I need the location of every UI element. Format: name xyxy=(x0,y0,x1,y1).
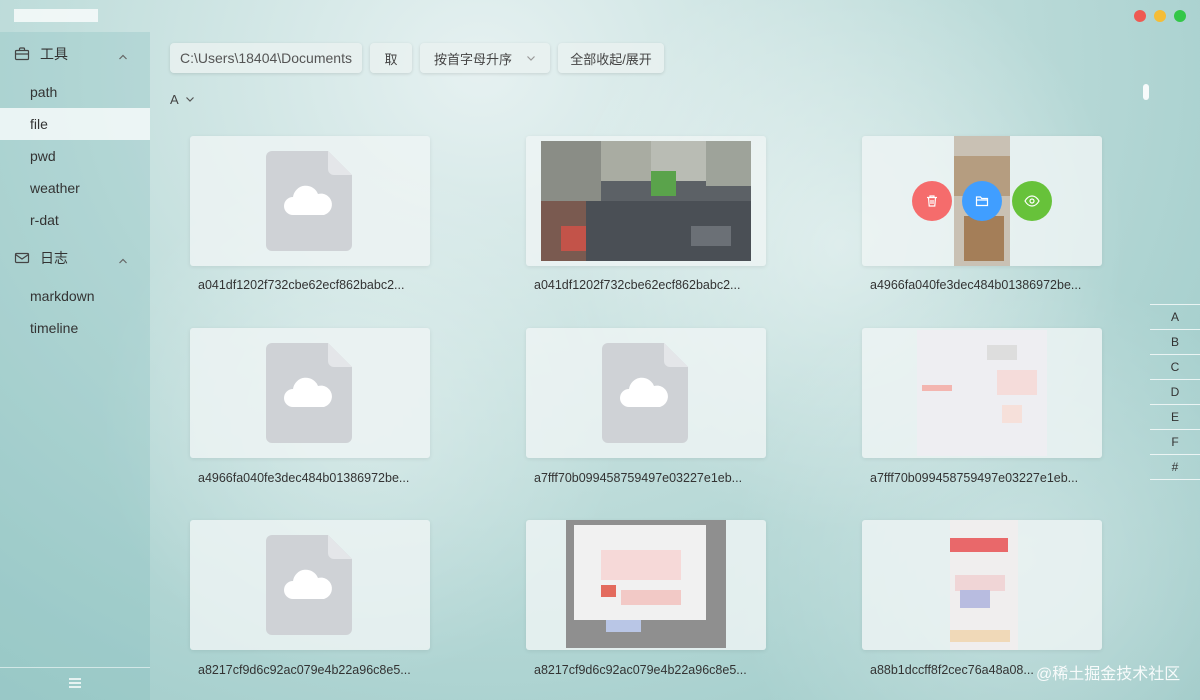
alphabet-index: A B C D E F # xyxy=(1150,304,1200,480)
title-bar xyxy=(0,0,1200,32)
menu-icon xyxy=(68,677,82,692)
file-card[interactable] xyxy=(526,136,766,266)
file-name: a7fff70b099458759497e03227e1eb... xyxy=(870,471,1079,485)
sort-select-value: 按首字母升序 xyxy=(434,51,513,67)
delete-file-button[interactable] xyxy=(912,181,952,221)
index-letter-e[interactable]: E xyxy=(1150,404,1200,429)
file-thumbnail xyxy=(566,520,726,648)
index-letter-f[interactable]: F xyxy=(1150,429,1200,454)
sidebar-item-file[interactable]: file xyxy=(0,108,150,140)
maximize-window-button[interactable] xyxy=(1174,10,1186,22)
file-thumbnail xyxy=(950,520,1018,650)
file-card[interactable] xyxy=(526,520,766,650)
mail-icon xyxy=(14,250,30,266)
sidebar-item-weather[interactable]: weather xyxy=(0,172,150,204)
sidebar-item-path[interactable]: path xyxy=(0,76,150,108)
section-letter: A xyxy=(170,92,179,107)
file-cloud-icon xyxy=(602,343,688,443)
close-window-button[interactable] xyxy=(1134,10,1146,22)
file-cloud-icon xyxy=(266,535,352,635)
file-card[interactable] xyxy=(862,520,1102,650)
sort-select[interactable]: 按首字母升序 xyxy=(420,43,550,73)
file-card[interactable] xyxy=(862,328,1102,458)
toolbar: 取 按首字母升序 全部收起/展开 xyxy=(170,43,664,73)
index-letter-hash[interactable]: # xyxy=(1150,454,1200,480)
sidebar-group-label: 工具 xyxy=(40,46,68,62)
file-card[interactable] xyxy=(862,136,1102,266)
sidebar-group-log[interactable]: 日志 xyxy=(0,236,150,280)
file-thumbnail xyxy=(917,330,1047,456)
briefcase-icon xyxy=(14,46,30,62)
minimize-window-button[interactable] xyxy=(1154,10,1166,22)
scrollbar-thumb[interactable] xyxy=(1143,84,1149,100)
preview-file-button[interactable] xyxy=(1012,181,1052,221)
file-card[interactable] xyxy=(190,136,430,266)
chevron-down-icon xyxy=(526,51,536,66)
chevron-up-icon xyxy=(118,49,128,60)
sidebar-collapse-button[interactable] xyxy=(0,667,150,700)
index-letter-c[interactable]: C xyxy=(1150,354,1200,379)
fetch-button[interactable]: 取 xyxy=(370,43,412,73)
app-title xyxy=(14,9,98,22)
chevron-up-icon xyxy=(118,253,128,264)
file-cloud-icon xyxy=(266,343,352,443)
index-letter-b[interactable]: B xyxy=(1150,329,1200,354)
file-name: a041df1202f732cbe62ecf862babc2... xyxy=(198,278,405,292)
file-card[interactable] xyxy=(526,328,766,458)
file-card[interactable] xyxy=(190,520,430,650)
file-cloud-icon xyxy=(266,151,352,251)
sidebar-group-tools[interactable]: 工具 xyxy=(0,32,150,76)
file-thumbnail xyxy=(541,141,751,261)
sidebar-item-pwd[interactable]: pwd xyxy=(0,140,150,172)
sidebar-group-label: 日志 xyxy=(40,250,68,266)
file-card[interactable] xyxy=(190,328,430,458)
file-name: a041df1202f732cbe62ecf862babc2... xyxy=(534,278,741,292)
watermark-text: @稀土掘金技术社区 xyxy=(1036,666,1181,683)
file-name: a4966fa040fe3dec484b01386972be... xyxy=(198,471,410,485)
folder-icon xyxy=(975,196,989,207)
trash-icon xyxy=(927,195,937,207)
sidebar: 工具 path file pwd weather r-dat 日志 markdo… xyxy=(0,32,150,700)
file-name: a7fff70b099458759497e03227e1eb... xyxy=(534,471,743,485)
open-folder-button[interactable] xyxy=(962,181,1002,221)
watermark: @稀土掘金技术社区 xyxy=(1036,660,1180,684)
sidebar-item-markdown[interactable]: markdown xyxy=(0,280,150,312)
sidebar-item-r-dat[interactable]: r-dat xyxy=(0,204,150,236)
path-input[interactable] xyxy=(170,43,362,73)
file-name: a4966fa040fe3dec484b01386972be... xyxy=(870,278,1082,292)
chevron-down-icon xyxy=(185,92,195,107)
file-name: a8217cf9d6c92ac079e4b22a96c8e5... xyxy=(534,663,747,677)
file-actions xyxy=(912,181,1052,221)
file-name: a8217cf9d6c92ac079e4b22a96c8e5... xyxy=(198,663,411,677)
eye-icon xyxy=(1024,195,1040,207)
section-header-a[interactable]: A xyxy=(170,92,195,107)
index-letter-d[interactable]: D xyxy=(1150,379,1200,404)
collapse-expand-all-button[interactable]: 全部收起/展开 xyxy=(558,43,664,73)
index-letter-a[interactable]: A xyxy=(1150,304,1200,329)
sidebar-item-timeline[interactable]: timeline xyxy=(0,312,150,344)
window-controls xyxy=(1134,10,1186,22)
